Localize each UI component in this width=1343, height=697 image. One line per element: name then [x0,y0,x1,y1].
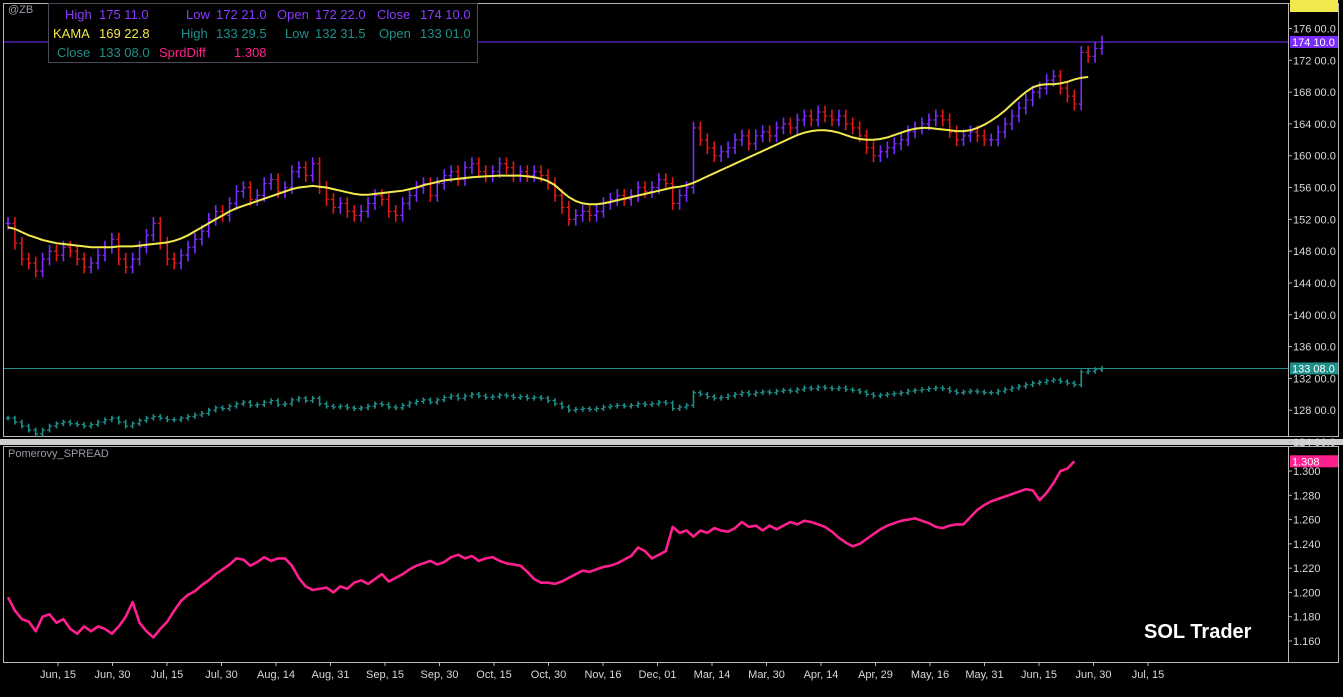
info-sec-low-value: 132 31.5 [315,26,366,41]
spread-axis-label: 1.280 [1293,490,1321,502]
spread-axis-label: 1.200 [1293,587,1321,599]
info-low-label: Low [186,7,210,22]
time-axis-label: Mar, 14 [694,669,731,681]
time-axis-label: Aug, 31 [312,669,350,681]
price-axis-label: 144 00.0 [1293,278,1336,290]
time-axis-label: Apr, 29 [858,669,893,681]
info-open-label: Open [277,7,309,22]
price-axis-label: 140 00.0 [1293,310,1336,322]
time-axis-label: May, 16 [911,669,949,681]
spread-axis-label: 1.240 [1293,539,1321,551]
price-axis-label: 148 00.0 [1293,246,1336,258]
time-axis-label: Jun, 30 [94,669,130,681]
price-axis-label: 152 00.0 [1293,214,1336,226]
chart-background [0,0,1343,697]
time-axis-label: Jul, 15 [151,669,183,681]
watermark: SOL Trader [1144,621,1252,643]
time-axis-label: Oct, 15 [476,669,511,681]
spread-axis-label: 1.160 [1293,636,1321,648]
indicator-name: Pomerovy_SPREAD [8,448,109,460]
info-low-value: 172 21.0 [216,7,267,22]
time-axis-label: Jun, 15 [1021,669,1057,681]
info-high-label: High [65,7,92,22]
time-axis-label: May, 31 [965,669,1003,681]
info-sec-high-label: High [181,26,208,41]
info-kama-label: KAMA [53,26,90,41]
panel-divider[interactable] [0,439,1343,445]
info-high-value: 175 11.0 [99,7,149,22]
kama-last-tag: 169 23.0 [1292,0,1335,3]
price-last-tag: 174 10.0 [1292,37,1335,49]
info-sec-low-label: Low [285,26,309,41]
spread-axis-label: 1.220 [1293,563,1321,575]
info-sec-open-label: Open [379,26,411,41]
info-sec-open-value: 133 01.0 [420,26,471,41]
info-sec-close-value: 133 08.0 [99,45,150,60]
price-axis-label: 172 00.0 [1293,55,1336,67]
time-axis-label: Sep, 15 [366,669,404,681]
price-axis-label: 168 00.0 [1293,87,1336,99]
time-axis-label: Nov, 16 [584,669,621,681]
info-spread-value: 1.308 [234,45,267,60]
time-axis-label: Aug, 14 [257,669,295,681]
price-axis-label: 156 00.0 [1293,183,1336,195]
price-axis-label: 164 00.0 [1293,119,1336,131]
secondary-last-tag: 133 08.0 [1292,363,1335,375]
time-axis-label: Oct, 30 [531,669,566,681]
price-axis-label: 124 00.0 [1293,437,1336,449]
info-sec-close-label: Close [57,45,91,60]
price-axis-label: 128 00.0 [1293,405,1336,417]
price-axis-label: 160 00.0 [1293,151,1336,163]
info-close-value: 174 10.0 [420,7,471,22]
time-axis-label: Mar, 30 [748,669,785,681]
spread-last-tag: 1.308 [1292,456,1320,468]
chart-canvas[interactable]: 176 00.0 172 00.0 168 00.0 164 00.0 160 00.0… [0,0,1343,697]
time-axis-label: Jul, 30 [205,669,237,681]
spread-axis-label: 1.260 [1293,515,1321,527]
time-axis-label: Jul, 15 [1132,669,1164,681]
data-window[interactable]: High 175 11.0 Low 172 21.0 Open 172 22.0… [48,3,478,63]
info-open-value: 172 22.0 [315,7,366,22]
time-axis-label: Sep, 30 [421,669,459,681]
price-axis-label: 136 00.0 [1293,342,1336,354]
price-axis-label: 176 00.0 [1293,24,1336,36]
time-axis-label: Jun, 15 [40,669,76,681]
info-sec-high-value: 133 29.5 [216,26,267,41]
info-kama-value: 169 22.8 [99,26,150,41]
spread-axis-label: 1.180 [1293,612,1321,624]
time-axis-label: Dec, 01 [639,669,677,681]
symbol-label: @ZB [8,4,34,16]
time-axis-label: Jun, 30 [1075,669,1111,681]
info-close-label: Close [377,7,411,22]
info-spread-label: SprdDiff [159,45,206,60]
time-axis-label: Apr, 14 [804,669,839,681]
